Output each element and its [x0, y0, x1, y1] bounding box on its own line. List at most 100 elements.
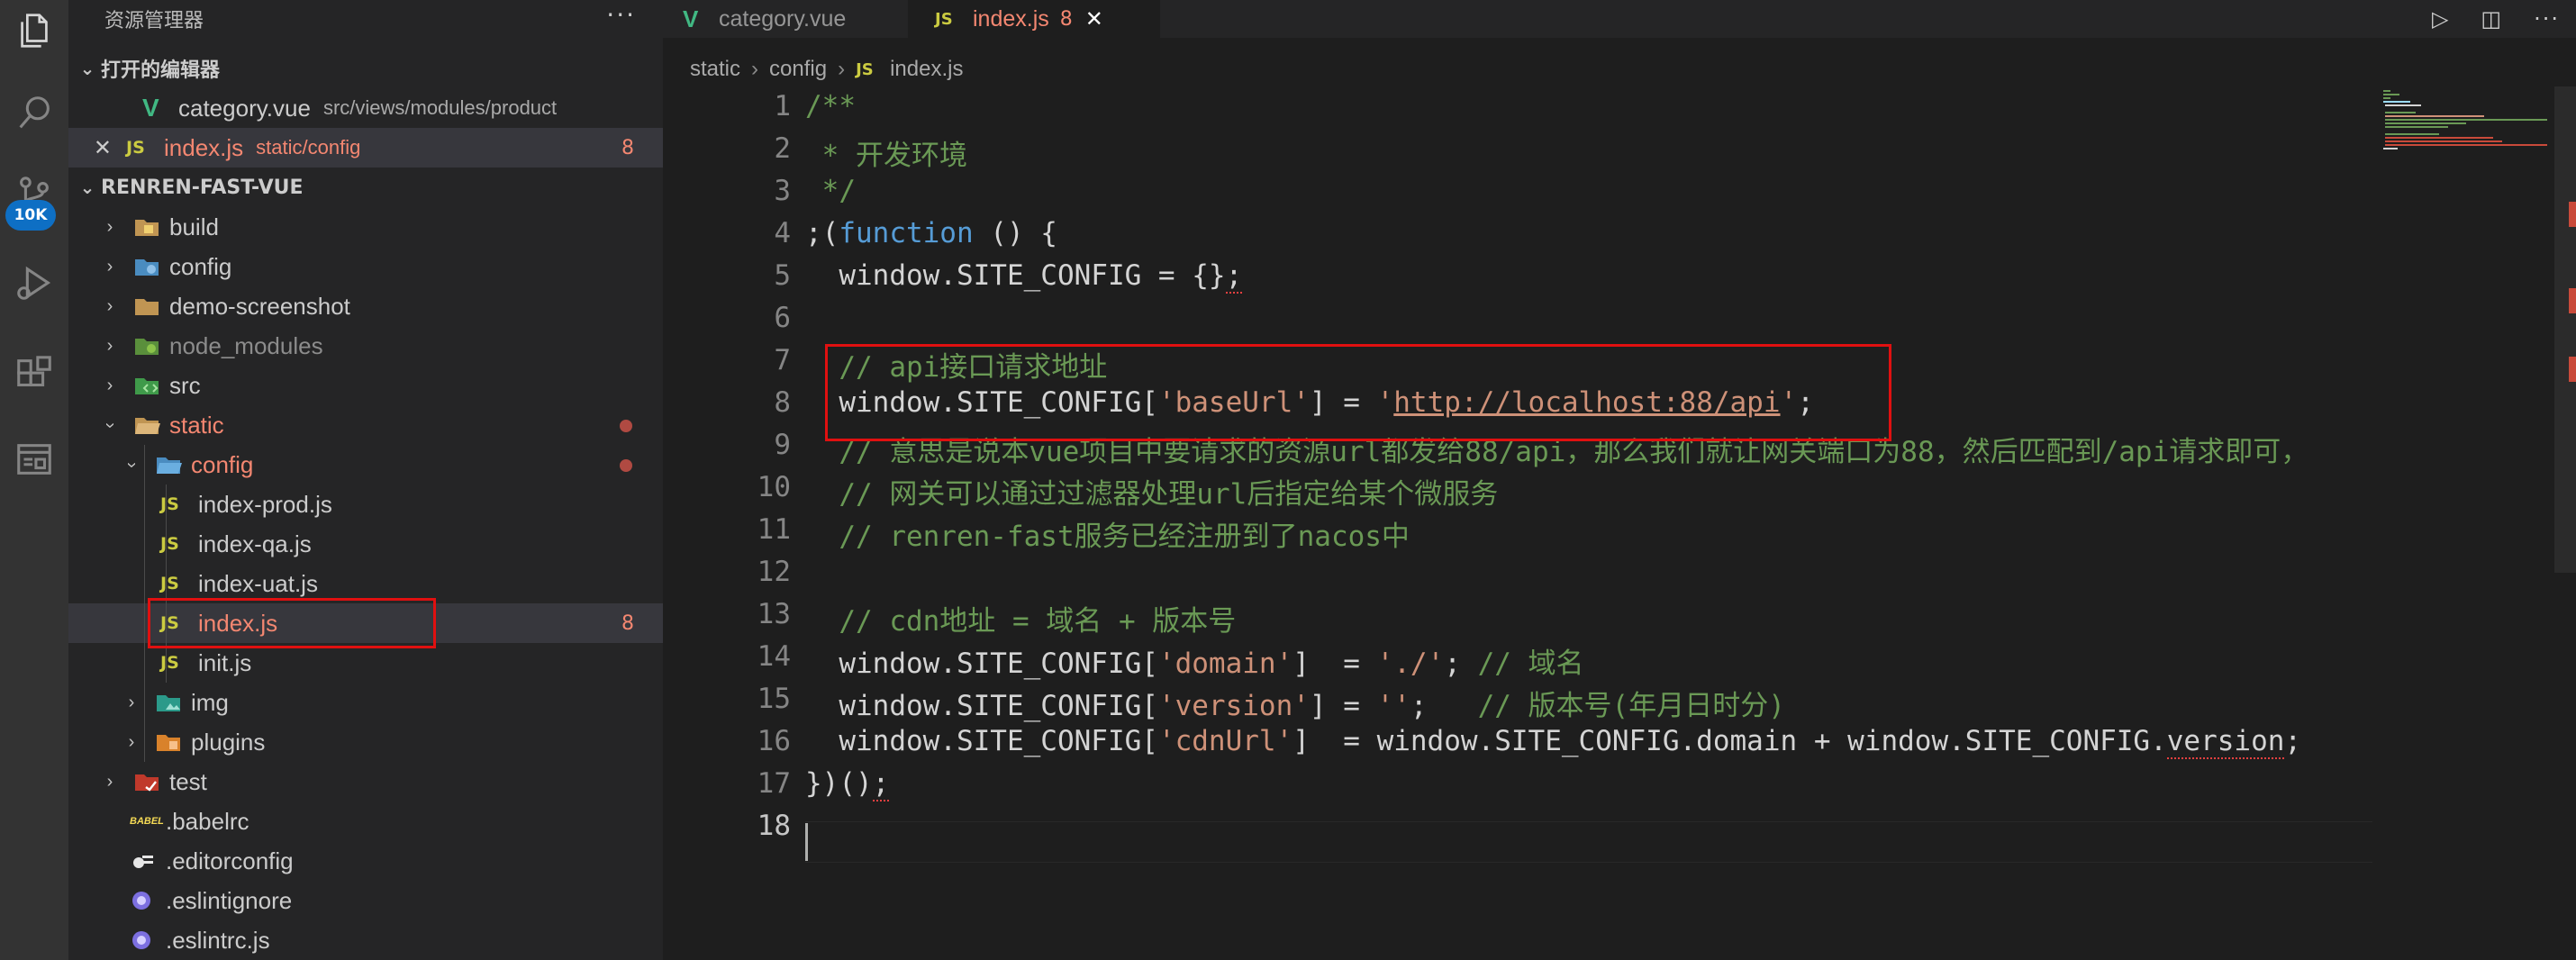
- tree-item-plugins[interactable]: › plugins: [68, 722, 663, 762]
- open-editor-name: index.js: [164, 133, 244, 161]
- tree-item-label: init.js: [198, 648, 252, 676]
- breadcrumb-item[interactable]: static: [690, 57, 740, 82]
- code-line: window.SITE_CONFIG['domain'] = './'; // …: [805, 648, 1584, 680]
- js-file-icon: JS: [160, 653, 179, 673]
- tree-item-label: .eslintignore: [166, 886, 293, 914]
- chevron-down-icon: ⌄: [79, 177, 95, 198]
- line-number: 12: [757, 556, 791, 588]
- scrollbar-error-marker: [2569, 357, 2576, 382]
- open-editor-path: static/config: [256, 136, 361, 158]
- folder-plugins-icon: [157, 735, 180, 751]
- tab-index-js[interactable]: JS index.js 8 ✕: [908, 0, 1160, 38]
- js-file-icon: JS: [126, 138, 145, 158]
- tab-label: index.js: [973, 5, 1049, 32]
- chevron-right-icon: ›: [106, 256, 113, 276]
- open-editors-label: 打开的编辑器: [101, 59, 221, 82]
- annotation-highlight-box: [825, 344, 1891, 441]
- remote-explorer-icon[interactable]: [7, 432, 61, 486]
- tree-item-config[interactable]: › config: [68, 247, 663, 286]
- line-number: 17: [757, 767, 791, 800]
- tree-item-static-config[interactable]: › config: [68, 445, 663, 485]
- code-editor[interactable]: 1 2 3 4 5 6 7 8 9 10 11 12 13 14 15 16 1…: [663, 90, 2374, 960]
- line-number: 6: [774, 302, 791, 334]
- folder-open-icon: [135, 418, 160, 434]
- open-editor-path: src/views/modules/product: [322, 96, 558, 119]
- modified-dot: [620, 459, 632, 472]
- folder-images-icon: [157, 695, 180, 711]
- tree-item-index-prod-js[interactable]: JS index-prod.js: [68, 485, 663, 524]
- open-editors-section[interactable]: ⌄ 打开的编辑器: [68, 49, 663, 88]
- line-number: 10: [757, 471, 791, 503]
- source-control-badge: 10K: [5, 200, 56, 231]
- chevron-right-icon: ›: [106, 216, 113, 237]
- close-icon[interactable]: ✕: [68, 135, 112, 161]
- tree-item-babelrc[interactable]: BABEL .babelrc: [68, 802, 663, 841]
- tree-item-label: node_modules: [169, 331, 323, 359]
- code-line: /**: [805, 90, 856, 122]
- tree-item-index-qa-js[interactable]: JS index-qa.js: [68, 524, 663, 564]
- indent-guide: [166, 485, 167, 683]
- tree-item-init-js[interactable]: JS init.js: [68, 643, 663, 683]
- run-debug-icon[interactable]: [7, 256, 61, 310]
- line-number: 16: [757, 725, 791, 757]
- search-icon[interactable]: [7, 86, 61, 140]
- split-editor-icon[interactable]: ◫: [2481, 6, 2501, 32]
- code-line: */: [805, 175, 856, 207]
- more-actions-icon[interactable]: ···: [2534, 6, 2560, 32]
- breadcrumb-item[interactable]: config: [769, 57, 827, 82]
- tree-item-test[interactable]: › test: [68, 762, 663, 802]
- chevron-right-icon: ›: [106, 771, 113, 792]
- explorer-icon[interactable]: [7, 4, 61, 58]
- open-editor-index-js[interactable]: ✕ JS index.js static/config 8: [68, 128, 663, 168]
- tab-problem-count: 8: [1059, 7, 1073, 31]
- tree-item-eslintrc-js[interactable]: .eslintrc.js: [68, 920, 663, 960]
- line-number: 8: [774, 386, 791, 419]
- tree-item-label: index-qa.js: [198, 530, 312, 557]
- tab-category-vue[interactable]: V category.vue: [663, 0, 908, 38]
- run-icon[interactable]: ▷: [2432, 6, 2448, 32]
- editorconfig-icon: [133, 856, 153, 868]
- js-file-icon: JS: [856, 59, 874, 79]
- js-file-icon: JS: [160, 494, 179, 514]
- line-number: 13: [757, 598, 791, 630]
- chevron-right-icon: ›: [128, 731, 135, 752]
- editor-scrollbar[interactable]: [2554, 86, 2576, 960]
- js-file-icon: JS: [160, 534, 179, 554]
- chevron-right-icon: ›: [751, 57, 759, 81]
- code-line: })();: [805, 767, 890, 802]
- line-number: 11: [757, 513, 791, 546]
- line-number: 15: [757, 683, 791, 715]
- folder-src-icon: [135, 378, 159, 394]
- open-editor-category-vue[interactable]: V category.vue src/views/modules/product: [68, 88, 663, 128]
- tree-item-build[interactable]: › build: [68, 207, 663, 247]
- project-label: RENREN-FAST-VUE: [101, 176, 304, 199]
- extensions-icon[interactable]: [7, 348, 61, 402]
- current-line-highlight: [805, 821, 2372, 863]
- tree-item-img[interactable]: › img: [68, 683, 663, 722]
- project-section[interactable]: ⌄ RENREN-FAST-VUE: [68, 168, 663, 207]
- vue-file-icon: V: [683, 5, 699, 32]
- close-icon[interactable]: ✕: [1085, 6, 1103, 32]
- eslint-icon: [132, 931, 150, 949]
- code-line: window.SITE_CONFIG['version'] = ''; // 版…: [805, 690, 1785, 722]
- code-line: * 开发环境: [805, 140, 967, 172]
- scrollbar-thumb[interactable]: [2554, 86, 2576, 573]
- code-line: // 网关可以通过过滤器处理url后指定给某个微服务: [805, 478, 1499, 511]
- tree-item-label: index-uat.js: [198, 569, 318, 597]
- code-line: window.SITE_CONFIG['cdnUrl'] = window.SI…: [805, 725, 2302, 759]
- code-line: window.SITE_CONFIG = {};: [805, 259, 1243, 294]
- editor-tabs: V category.vue JS index.js 8 ✕ ▷ ◫ ···: [663, 0, 2576, 38]
- eslint-icon: [132, 892, 150, 910]
- tree-item-eslintignore[interactable]: .eslintignore: [68, 881, 663, 920]
- explorer-more-button[interactable]: ···: [606, 0, 636, 38]
- minimap[interactable]: [2374, 86, 2549, 960]
- tree-item-src[interactable]: › src: [68, 366, 663, 405]
- tree-item-static[interactable]: › static: [68, 405, 663, 445]
- minimap-preview: [2383, 90, 2547, 149]
- breadcrumb-item[interactable]: index.js: [890, 57, 963, 82]
- chevron-down-icon: ›: [100, 421, 121, 429]
- tree-item-node-modules[interactable]: › node_modules: [68, 326, 663, 366]
- explorer-title: 资源管理器: [104, 10, 204, 32]
- tree-item-editorconfig[interactable]: .editorconfig: [68, 841, 663, 881]
- tree-item-demo-screenshot[interactable]: › demo-screenshot: [68, 286, 663, 326]
